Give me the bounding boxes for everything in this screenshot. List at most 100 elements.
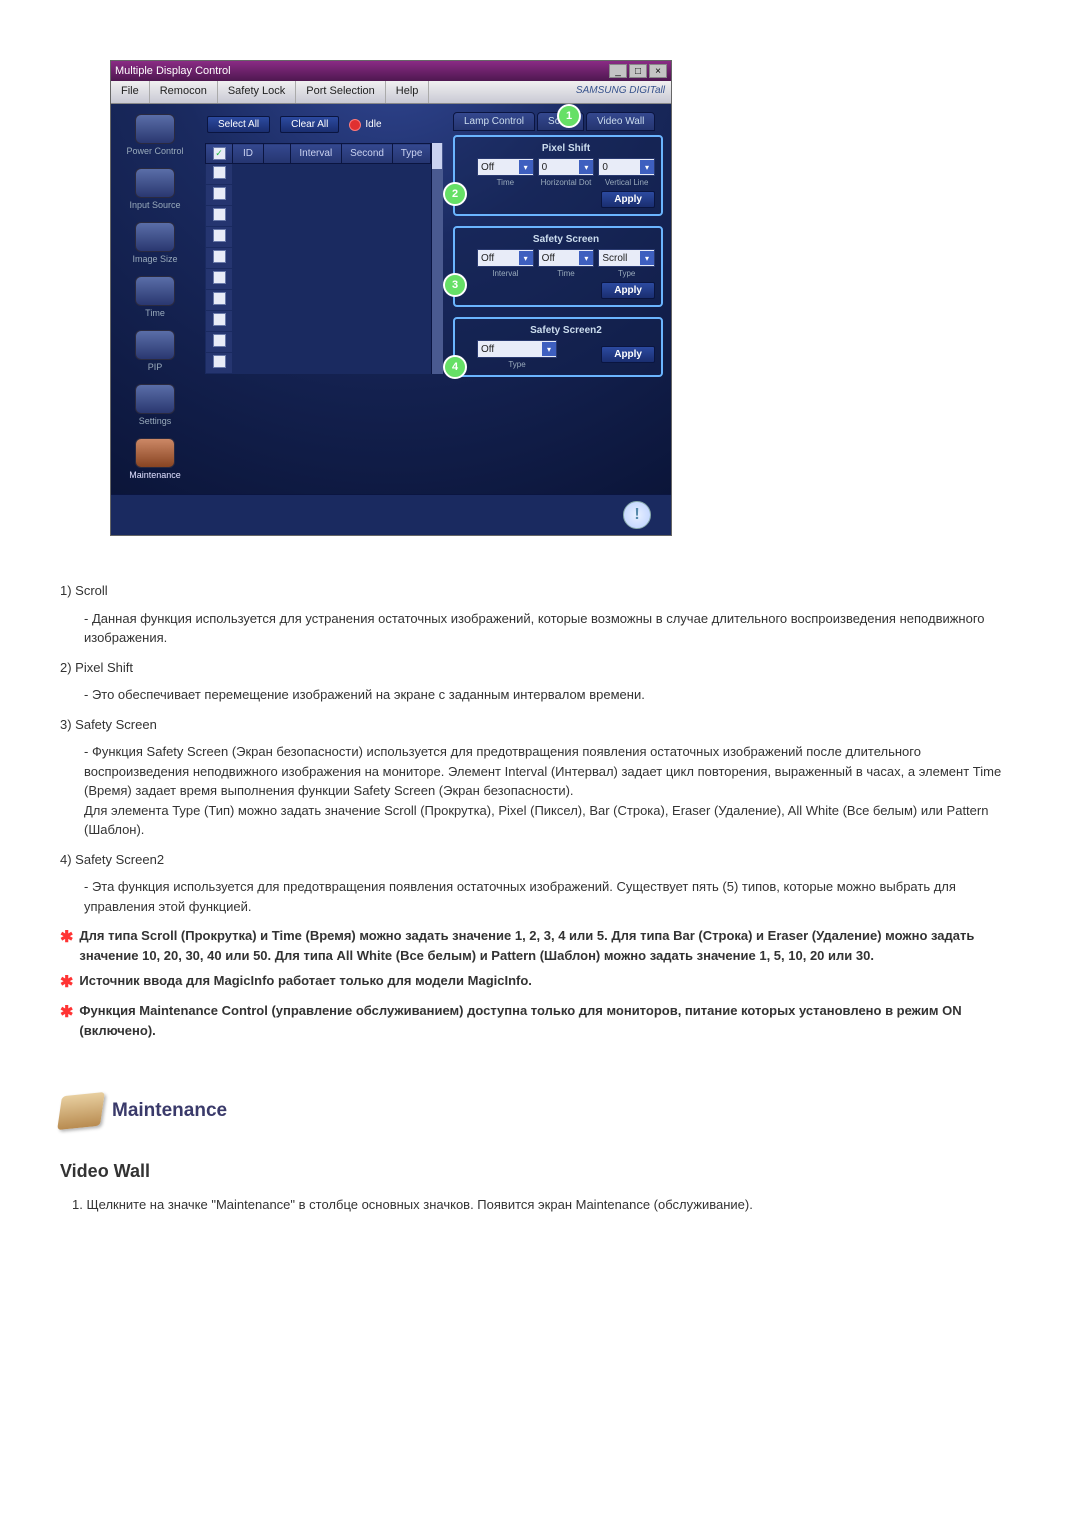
clear-all-button[interactable]: Clear All [280, 116, 339, 133]
safety-time-select[interactable]: Off▾ [538, 249, 595, 267]
table-row[interactable] [206, 248, 431, 269]
menu-port-selection[interactable]: Port Selection [296, 81, 385, 103]
safety2-type-select[interactable]: Off▾ [477, 340, 557, 358]
note-1-desc: - Данная функция используется для устран… [84, 609, 1020, 648]
panel-title: Safety Screen [477, 234, 655, 245]
brand-label: SAMSUNG DIGITall [570, 81, 671, 103]
settings-icon [135, 384, 175, 414]
sidebar-item-label: Time [111, 308, 199, 318]
time-icon [135, 276, 175, 306]
table-scrollbar[interactable] [431, 143, 443, 374]
note-2-label: 2) Pixel Shift [60, 660, 133, 675]
row-checkbox[interactable] [213, 355, 226, 368]
row-checkbox[interactable] [213, 271, 226, 284]
table-row[interactable] [206, 269, 431, 290]
callout-2: 2 [443, 182, 467, 206]
row-checkbox[interactable] [213, 187, 226, 200]
table-row[interactable] [206, 164, 431, 185]
chevron-down-icon: ▾ [519, 251, 533, 265]
table-row[interactable] [206, 290, 431, 311]
header-checkbox[interactable] [213, 147, 226, 160]
idle-label: Idle [365, 119, 381, 130]
menubar: File Remocon Safety Lock Port Selection … [111, 81, 671, 104]
sidebar-item-power[interactable]: Power Control [111, 110, 199, 164]
pixel-shift-time-select[interactable]: Off▾ [477, 158, 534, 176]
chevron-down-icon: ▾ [640, 251, 654, 265]
callout-3: 3 [443, 273, 467, 297]
maintenance-icon [135, 438, 175, 468]
select-all-button[interactable]: Select All [207, 116, 270, 133]
sidebar: Power Control Input Source Image Size Ti… [111, 104, 199, 494]
col-second: Second [341, 144, 393, 164]
close-button[interactable]: × [649, 64, 667, 78]
callout-4: 4 [443, 355, 467, 379]
star-note-1: ✱Для типа Scroll (Прокрутка) и Time (Вре… [60, 926, 1020, 965]
col-type: Type [393, 144, 430, 164]
note-1-label: 1) Scroll [60, 583, 108, 598]
row-checkbox[interactable] [213, 250, 226, 263]
sidebar-item-label: Power Control [111, 146, 199, 156]
callout-1: 1 [557, 104, 581, 128]
safety-type-select[interactable]: Scroll▾ [598, 249, 655, 267]
sidebar-item-input[interactable]: Input Source [111, 164, 199, 218]
menu-remocon[interactable]: Remocon [150, 81, 218, 103]
row-checkbox[interactable] [213, 334, 226, 347]
table-row[interactable] [206, 311, 431, 332]
sidebar-item-label: Maintenance [111, 470, 199, 480]
info-icon[interactable]: ! [623, 501, 651, 529]
titlebar: Multiple Display Control _ □ × [111, 61, 671, 81]
chevron-down-icon: ▾ [579, 251, 593, 265]
table-row[interactable] [206, 332, 431, 353]
pixel-shift-vline-select[interactable]: 0▾ [598, 158, 655, 176]
sidebar-item-maintenance[interactable]: Maintenance [111, 434, 199, 488]
sidebar-item-settings[interactable]: Settings [111, 380, 199, 434]
window-title: Multiple Display Control [115, 65, 231, 77]
tab-video-wall[interactable]: Video Wall [586, 112, 655, 131]
pixel-shift-apply-button[interactable]: Apply [601, 191, 655, 208]
caption: Time [477, 178, 534, 187]
note-3-label: 3) Safety Screen [60, 717, 157, 732]
menu-help[interactable]: Help [386, 81, 430, 103]
sidebar-item-time[interactable]: Time [111, 272, 199, 326]
table-row[interactable] [206, 353, 431, 374]
caption: Horizontal Dot [538, 178, 595, 187]
panel-safety-screen: 3 Safety Screen Off▾ Interval Off▾ Time … [453, 226, 663, 307]
tab-lamp-control[interactable]: Lamp Control [453, 112, 535, 131]
maintenance-section-icon [57, 1092, 105, 1130]
star-icon: ✱ [60, 926, 73, 965]
caption: Type [598, 269, 655, 278]
image-icon [135, 222, 175, 252]
input-icon [135, 168, 175, 198]
row-checkbox[interactable] [213, 313, 226, 326]
caption: Type [477, 360, 557, 369]
table-row[interactable] [206, 185, 431, 206]
row-checkbox[interactable] [213, 229, 226, 242]
section-title: Maintenance [112, 1097, 227, 1126]
row-checkbox[interactable] [213, 208, 226, 221]
star-icon: ✱ [60, 971, 73, 995]
table-row[interactable] [206, 206, 431, 227]
sidebar-item-label: Image Size [111, 254, 199, 264]
caption: Time [538, 269, 595, 278]
minimize-button[interactable]: _ [609, 64, 627, 78]
chevron-down-icon: ▾ [519, 160, 533, 174]
row-checkbox[interactable] [213, 166, 226, 179]
app-window: Multiple Display Control _ □ × File Remo… [110, 60, 672, 536]
safety2-apply-button[interactable]: Apply [601, 346, 655, 363]
safety-apply-button[interactable]: Apply [601, 282, 655, 299]
caption: Vertical Line [598, 178, 655, 187]
sidebar-item-image[interactable]: Image Size [111, 218, 199, 272]
sidebar-item-label: Settings [111, 416, 199, 426]
maximize-button[interactable]: □ [629, 64, 647, 78]
menu-safety-lock[interactable]: Safety Lock [218, 81, 296, 103]
table-row[interactable] [206, 227, 431, 248]
note-4-desc: - Эта функция используется для предотвра… [84, 877, 1020, 916]
pixel-shift-hdot-select[interactable]: 0▾ [538, 158, 595, 176]
row-checkbox[interactable] [213, 292, 226, 305]
sidebar-item-pip[interactable]: PIP [111, 326, 199, 380]
panel-safety-screen2: 4 Safety Screen2 Off▾ Type Apply [453, 317, 663, 377]
chevron-down-icon: ▾ [542, 342, 556, 356]
safety-interval-select[interactable]: Off▾ [477, 249, 534, 267]
menu-file[interactable]: File [111, 81, 150, 103]
panel-pixel-shift: 2 Pixel Shift Off▾ Time 0▾ Horizontal Do… [453, 135, 663, 216]
